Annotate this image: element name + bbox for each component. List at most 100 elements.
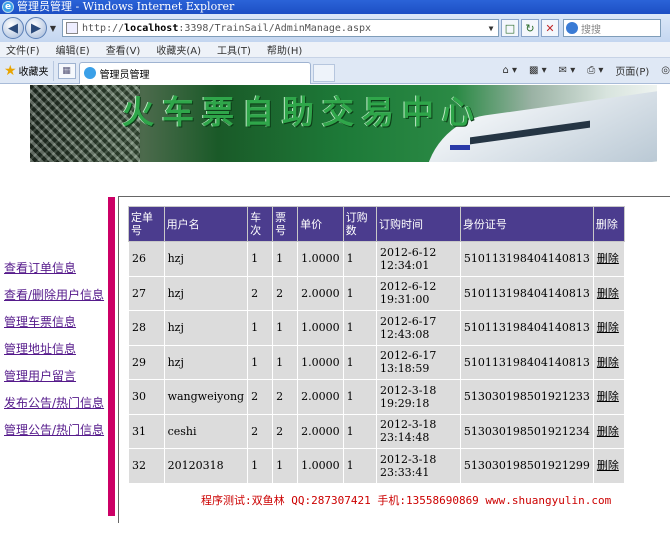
cell-id-number: 510113198404140813 <box>459 241 594 277</box>
cell-username: wangweiyong <box>163 379 249 415</box>
url-host: localhost <box>124 22 179 34</box>
col-quantity: 订购数 <box>342 206 377 242</box>
cell-train-no: 2 <box>247 379 274 415</box>
cell-unit-price: 2.0000 <box>297 413 344 449</box>
sidebar-item-tickets[interactable]: 管理车票信息 <box>4 312 104 339</box>
menu-favorites[interactable]: 收藏夹(A) <box>156 42 201 57</box>
quick-tabs-icon[interactable]: ▦ <box>57 62 76 79</box>
banner-train-light <box>450 145 470 150</box>
orders-table: 定单号 用户名 车次 票号 单价 订购数 订购时间 身份证号 删除 26 hzj 1… <box>128 206 626 484</box>
delete-link[interactable]: 删除 <box>597 287 619 300</box>
page-icon <box>66 22 78 34</box>
cell-order-time: 2012-3-18 23:33:41 <box>375 448 461 484</box>
delete-link[interactable]: 删除 <box>597 356 619 369</box>
back-icon[interactable]: ◀ <box>2 17 24 39</box>
cell-id-number: 510113198404140813 <box>459 275 594 311</box>
star-icon: ★ <box>4 62 17 79</box>
table-row: 29 hzj 1 1 1.0000 1 2012-6-17 13:18:59 51011319… <box>128 344 626 380</box>
cell-order-time: 2012-3-18 19:29:18 <box>375 379 461 415</box>
cell-order-time: 2012-6-17 12:43:08 <box>375 310 461 346</box>
cell-unit-price: 1.0000 <box>297 241 344 277</box>
cell-id-number: 510113198404140813 <box>459 310 594 346</box>
menu-file[interactable]: 文件(F) <box>6 42 40 57</box>
refresh-icon[interactable]: ↻ <box>521 19 539 37</box>
tab-admin-manage[interactable]: 管理员管理 <box>78 61 311 84</box>
menu-view[interactable]: 查看(V) <box>106 42 141 57</box>
sidebar-item-manage-notice[interactable]: 管理公告/热门信息 <box>4 420 104 447</box>
page-menu[interactable]: 页面(P) <box>615 63 649 78</box>
stop-icon[interactable]: ✕ <box>541 19 559 37</box>
cell-ticket-no: 2 <box>272 413 299 449</box>
delete-cell: 删除 <box>592 413 626 449</box>
url-rest: :3398/TrainSail/AdminManage.aspx <box>178 22 371 34</box>
cell-ticket-no: 1 <box>272 241 299 277</box>
forward-icon[interactable]: ▶ <box>25 17 47 39</box>
print-icon[interactable]: ⎙ ▾ <box>587 65 603 76</box>
cell-quantity: 1 <box>342 241 377 277</box>
delete-cell: 删除 <box>592 448 626 484</box>
home-icon[interactable]: ⌂ ▾ <box>502 65 517 76</box>
col-order-id: 定单号 <box>128 206 165 242</box>
cell-quantity: 1 <box>342 344 377 380</box>
menu-tools[interactable]: 工具(T) <box>217 42 251 57</box>
content-frame-top <box>118 196 670 197</box>
site-banner: 火车票自助交易中心 <box>30 85 657 162</box>
cell-username: hzj <box>163 310 249 346</box>
feeds-icon[interactable]: ▩ ▾ <box>529 65 547 76</box>
tab-page-icon <box>83 67 96 79</box>
tab-bar: ★ 收藏夹 ▦ 管理员管理 ⌂ ▾ ▩ ▾ ✉ ▾ ⎙ ▾ 页面(P) ◎ <box>0 58 670 84</box>
address-toolbar: ◀ ▶ ▼ http://localhost:3398/TrainSail/Ad… <box>0 14 670 42</box>
mail-icon[interactable]: ✉ ▾ <box>559 65 576 76</box>
cell-order-time: 2012-6-17 13:18:59 <box>375 344 461 380</box>
table-row: 28 hzj 1 1 1.0000 1 2012-6-17 12:43:08 51011319… <box>128 310 626 346</box>
col-train-no: 车次 <box>247 206 274 242</box>
cell-quantity: 1 <box>342 413 377 449</box>
search-input[interactable]: 搜搜 <box>563 19 661 37</box>
delete-link[interactable]: 删除 <box>597 390 619 403</box>
cell-quantity: 1 <box>342 310 377 346</box>
address-field[interactable]: http://localhost:3398/TrainSail/AdminMan… <box>62 19 499 37</box>
banner-title: 火车票自助交易中心 <box>122 93 483 131</box>
cell-unit-price: 2.0000 <box>297 275 344 311</box>
cell-order-time: 2012-6-12 12:34:01 <box>375 241 461 277</box>
sidebar-item-publish-notice[interactable]: 发布公告/热门信息 <box>4 393 104 420</box>
address-dropdown-icon[interactable]: ▼ <box>484 24 498 33</box>
window-title: 管理员管理 - Windows Internet Explorer <box>17 0 235 13</box>
menu-help[interactable]: 帮助(H) <box>267 42 302 57</box>
cell-username: hzj <box>163 275 249 311</box>
cell-ticket-no: 2 <box>272 379 299 415</box>
history-dropdown-icon[interactable]: ▼ <box>48 24 58 33</box>
window-titlebar: e 管理员管理 - Windows Internet Explorer <box>0 0 670 14</box>
delete-link[interactable]: 删除 <box>597 459 619 472</box>
cell-quantity: 1 <box>342 379 377 415</box>
cell-order-time: 2012-3-18 23:14:48 <box>375 413 461 449</box>
favorites-button[interactable]: ★ 收藏夹 <box>0 60 54 81</box>
cell-id-number: 513030198501921233 <box>459 379 594 415</box>
cell-username: hzj <box>163 344 249 380</box>
cell-unit-price: 1.0000 <box>297 344 344 380</box>
cell-train-no: 1 <box>247 344 274 380</box>
table-row: 30 wangweiyong 2 2 2.0000 1 2012-3-18 19:29:18… <box>128 379 626 415</box>
compatibility-icon[interactable]: □ <box>501 19 519 37</box>
cell-id-number: 513030198501921234 <box>459 413 594 449</box>
cell-unit-price: 2.0000 <box>297 379 344 415</box>
delete-link[interactable]: 删除 <box>597 252 619 265</box>
sidebar-item-view-orders[interactable]: 查看订单信息 <box>4 258 104 285</box>
cell-order-id: 28 <box>128 310 165 346</box>
content-frame-left <box>118 196 119 523</box>
new-tab-button[interactable] <box>312 63 335 82</box>
col-ticket-no: 票号 <box>272 206 299 242</box>
sidebar-item-messages[interactable]: 管理用户留言 <box>4 366 104 393</box>
cell-order-id: 26 <box>128 241 165 277</box>
cell-unit-price: 1.0000 <box>297 310 344 346</box>
cell-username: ceshi <box>163 413 249 449</box>
cell-order-id: 31 <box>128 413 165 449</box>
delete-link[interactable]: 删除 <box>597 321 619 334</box>
sidebar-divider <box>108 197 115 516</box>
delete-link[interactable]: 删除 <box>597 425 619 438</box>
ie-logo-icon: e <box>2 1 14 13</box>
sidebar-item-users[interactable]: 查看/删除用户信息 <box>4 285 104 312</box>
sidebar-item-addresses[interactable]: 管理地址信息 <box>4 339 104 366</box>
menu-edit[interactable]: 编辑(E) <box>56 42 90 57</box>
tools-menu-icon[interactable]: ◎ <box>661 65 670 76</box>
